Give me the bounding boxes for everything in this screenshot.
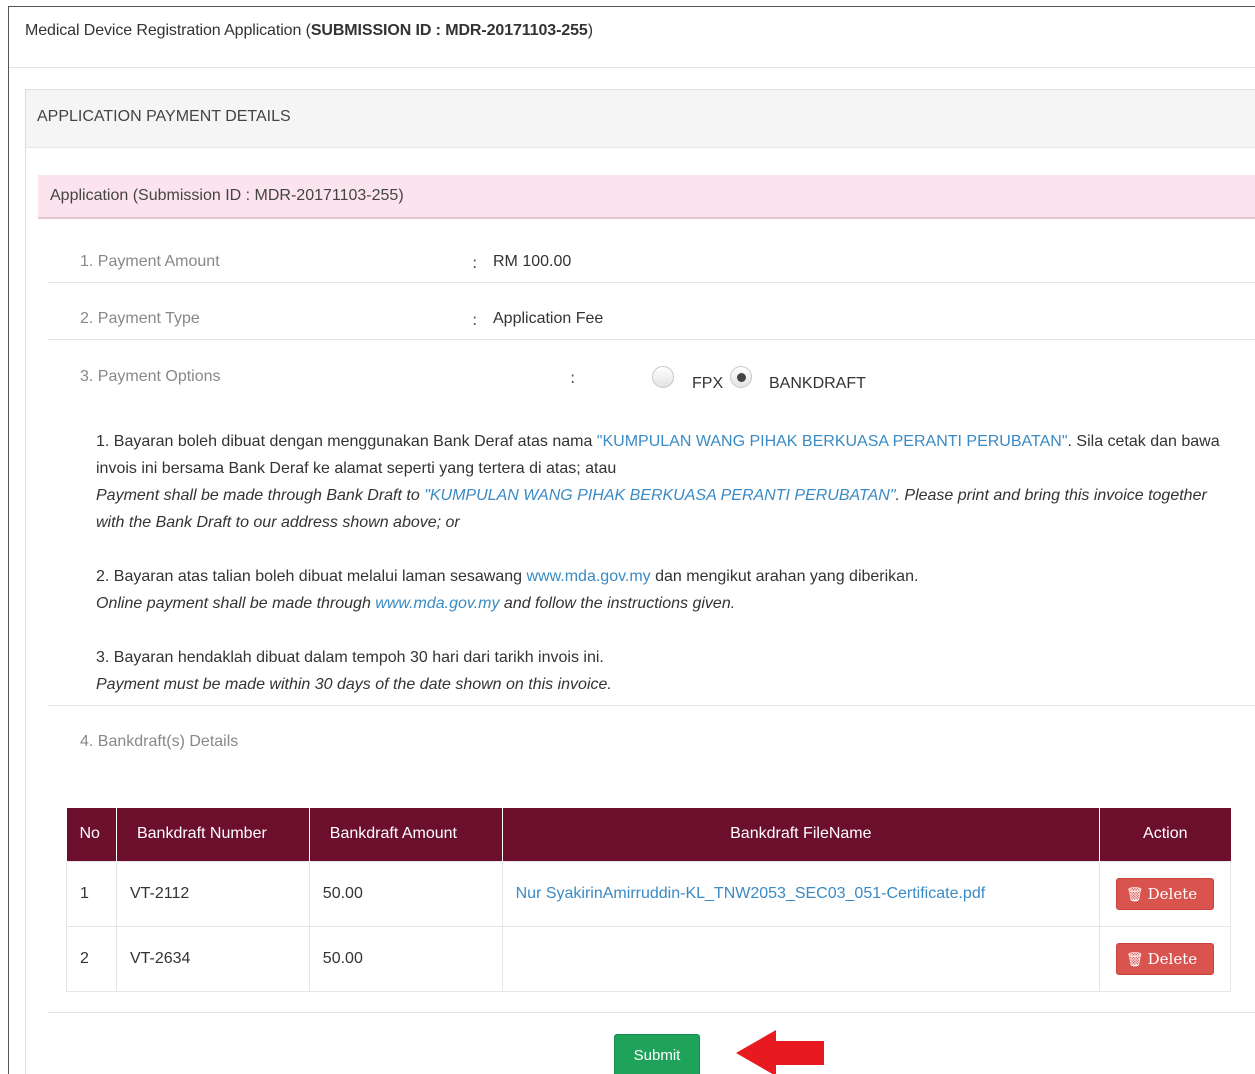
col-header-bankdraft-number: Bankdraft Number	[116, 808, 310, 861]
note-1-malay-text: 1. Bayaran boleh dibuat dengan menggunak…	[96, 433, 597, 450]
page-title: Medical Device Registration Application …	[25, 22, 593, 40]
cell-action: 🗑 Delete	[1099, 925, 1231, 992]
payment-type-colon: :	[472, 310, 478, 329]
payment-amount-colon: :	[472, 253, 478, 272]
note-3: 3. Bayaran hendaklah dibuat dalam tempoh…	[96, 644, 1226, 698]
fpx-radio-label[interactable]: FPX	[692, 375, 723, 393]
trash-icon: 🗑	[1125, 886, 1144, 903]
payment-amount-value: RM 100.00	[493, 253, 572, 270]
col-header-bankdraft-filename: Bankdraft FileName	[502, 808, 1101, 861]
note-1: 1. Bayaran boleh dibuat dengan menggunak…	[96, 428, 1226, 536]
bankdraft-details-label: 4. Bankdraft(s) Details	[80, 733, 239, 750]
bankdraft-file-link[interactable]: Nur SyakirinAmirruddin-KL_TNW2053_SEC03_…	[516, 885, 986, 902]
cell-no: 1	[66, 860, 117, 927]
note-1-english-text: Payment shall be made through Bank Draft…	[96, 487, 425, 504]
payment-type-row: 2. Payment Type : Application Fee	[48, 283, 1255, 340]
payment-options-label: 3. Payment Options	[80, 368, 221, 385]
page-title-submission-id: SUBMISSION ID : MDR-20171103-255	[310, 22, 588, 39]
payment-notes: 1. Bayaran boleh dibuat dengan menggunak…	[96, 428, 1226, 725]
col-header-bankdraft-amount: Bankdraft Amount	[309, 808, 503, 861]
cell-bankdraft-amount: 50.00	[308, 860, 503, 927]
note-3-english-text: Payment must be made within 30 days of t…	[96, 676, 612, 693]
cell-action: 🗑 Delete	[1099, 860, 1231, 927]
payment-panel: APPLICATION PAYMENT DETAILS Application …	[25, 89, 1255, 1074]
delete-button-label: Delete	[1147, 949, 1198, 968]
red-arrow-icon	[736, 1030, 824, 1074]
payment-amount-row: 1. Payment Amount : RM 100.00	[48, 219, 1255, 283]
payment-options-colon: :	[570, 368, 576, 387]
payment-amount-label: 1. Payment Amount	[80, 253, 220, 270]
delete-button[interactable]: 🗑 Delete	[1115, 942, 1215, 975]
application-bar-text: Application (Submission ID : MDR-2017110…	[50, 187, 404, 204]
note-2-english-text: Online payment shall be made through	[96, 595, 376, 612]
col-header-action: Action	[1099, 808, 1231, 861]
cell-bankdraft-amount: 50.00	[308, 925, 503, 992]
payment-type-label: 2. Payment Type	[80, 310, 200, 327]
note-2-malay-text-end: dan mengikut arahan yang diberikan.	[650, 568, 919, 585]
col-header-no: No	[66, 808, 117, 861]
bankdraft-radio[interactable]	[730, 366, 752, 388]
cell-bankdraft-number: VT-2634	[115, 925, 310, 992]
note-2-english-text-end: and follow the instructions given.	[499, 595, 736, 612]
page-title-suffix: )	[587, 22, 593, 39]
note-2-malay-text: 2. Bayaran atas talian boleh dibuat mela…	[96, 568, 527, 585]
trash-icon: 🗑	[1125, 951, 1144, 968]
note-3-malay-text: 3. Bayaran hendaklah dibuat dalam tempoh…	[96, 649, 604, 666]
note-2-english-website-link[interactable]: www.mda.gov.my	[375, 595, 499, 612]
bankdraft-details-row: 4. Bankdraft(s) Details	[48, 706, 1255, 750]
note-2: 2. Bayaran atas talian boleh dibuat mela…	[96, 563, 1226, 617]
bottom-divider	[48, 1012, 1255, 1013]
panel-heading: APPLICATION PAYMENT DETAILS	[26, 90, 1255, 148]
table-header-row: No Bankdraft Number Bankdraft Amount Ban…	[66, 808, 1231, 861]
note-1-malay-payee-link[interactable]: "KUMPULAN WANG PIHAK BERKUASA PERANTI PE…	[597, 433, 1068, 450]
submit-button[interactable]: Submit	[614, 1034, 700, 1074]
title-divider	[9, 67, 1255, 68]
bankdraft-radio-label[interactable]: BANKDRAFT	[769, 375, 866, 393]
table-row: 1 VT-2112 50.00 Nur SyakirinAmirruddin-K…	[66, 860, 1231, 927]
page-title-prefix: Medical Device Registration Application …	[25, 22, 311, 39]
note-2-malay-website-link[interactable]: www.mda.gov.my	[527, 568, 651, 585]
cell-bankdraft-filename	[501, 925, 1101, 992]
cell-bankdraft-filename: Nur SyakirinAmirruddin-KL_TNW2053_SEC03_…	[501, 860, 1101, 927]
fpx-radio[interactable]	[652, 366, 674, 388]
cell-no: 2	[66, 925, 117, 992]
bankdraft-table: No Bankdraft Number Bankdraft Amount Ban…	[66, 808, 1231, 992]
cell-bankdraft-number: VT-2112	[115, 860, 310, 927]
application-bar: Application (Submission ID : MDR-2017110…	[38, 175, 1255, 219]
delete-button[interactable]: 🗑 Delete	[1115, 877, 1215, 910]
delete-button-label: Delete	[1147, 884, 1198, 903]
payment-type-value: Application Fee	[493, 310, 604, 327]
page-frame: Medical Device Registration Application …	[8, 6, 1255, 1074]
table-row: 2 VT-2634 50.00 🗑 Delete	[66, 925, 1231, 992]
panel-heading-text: APPLICATION PAYMENT DETAILS	[37, 108, 291, 125]
note-1-english-payee-link[interactable]: "KUMPULAN WANG PIHAK BERKUASA PERANTI PE…	[424, 487, 895, 504]
